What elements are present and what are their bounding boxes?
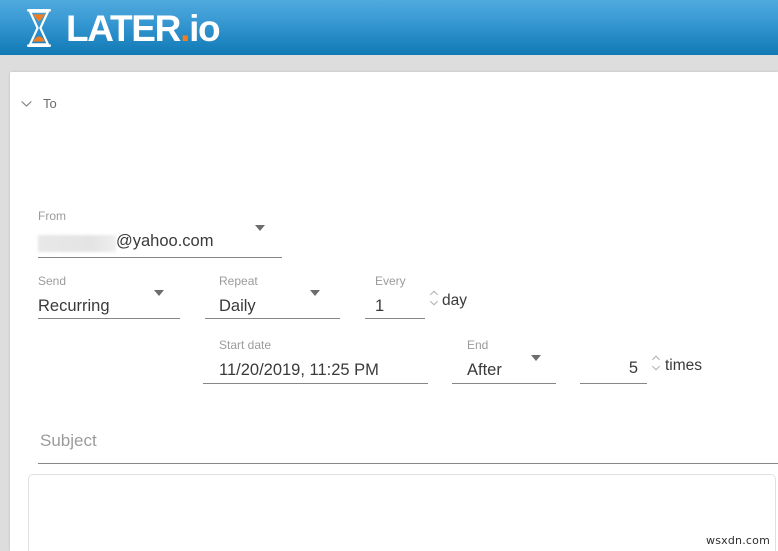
brand-suffix: io: [189, 8, 219, 49]
brand-logo[interactable]: LATER.io: [24, 4, 219, 52]
to-section-toggle[interactable]: To: [20, 94, 57, 112]
chevron-down-icon[interactable]: [20, 97, 33, 110]
repeat-dropdown-caret-icon[interactable]: [310, 290, 320, 296]
end-underline: [452, 383, 556, 384]
end-label: End: [467, 339, 502, 351]
from-label: From: [38, 210, 288, 222]
occurrences-stepper-icon[interactable]: [651, 352, 661, 374]
send-dropdown-caret-icon[interactable]: [154, 290, 164, 296]
brand-wordmark: LATER.io: [66, 10, 219, 47]
app-header: LATER.io: [0, 0, 778, 55]
repeat-field[interactable]: Repeat Daily: [219, 275, 258, 315]
brand-name: LATER: [66, 8, 180, 49]
page-background-band: [0, 55, 778, 72]
end-dropdown-caret-icon[interactable]: [531, 355, 541, 361]
end-value: After: [467, 362, 502, 379]
repeat-value: Daily: [219, 298, 258, 315]
start-date-label: Start date: [219, 339, 379, 351]
occurrences-underline: [580, 383, 647, 384]
send-field[interactable]: Send Recurring: [38, 275, 110, 315]
every-value: 1: [375, 298, 406, 315]
every-label: Every: [375, 275, 406, 287]
send-label: Send: [38, 275, 110, 287]
repeat-label: Repeat: [219, 275, 258, 287]
every-field[interactable]: Every 1: [375, 275, 406, 315]
occurrences-field[interactable]: 5: [580, 360, 647, 377]
subject-placeholder: Subject: [40, 432, 97, 449]
start-date-underline: [203, 383, 428, 384]
from-dropdown-caret-icon[interactable]: [255, 225, 265, 231]
page-background-rail: [0, 55, 10, 551]
from-value-wrap: @yahoo.com: [38, 233, 288, 255]
message-body-editor[interactable]: [28, 474, 776, 551]
subject-field[interactable]: Subject: [40, 432, 97, 449]
from-underline: [38, 257, 282, 258]
redacted-username: [38, 235, 116, 252]
subject-underline: [38, 463, 778, 464]
occurrences-unit-label: times: [665, 358, 702, 374]
from-email-value: @yahoo.com: [116, 233, 213, 250]
end-field[interactable]: End After: [467, 339, 502, 379]
start-date-value: 11/20/2019, 11:25 PM: [219, 362, 379, 379]
hourglass-icon: [24, 8, 54, 48]
to-label: To: [43, 97, 57, 110]
repeat-underline: [205, 318, 340, 319]
start-date-field[interactable]: Start date 11/20/2019, 11:25 PM: [219, 339, 379, 379]
every-stepper-icon[interactable]: [429, 287, 439, 309]
brand-dot: .: [180, 8, 189, 49]
send-value: Recurring: [38, 298, 110, 315]
send-underline: [38, 318, 180, 319]
from-field[interactable]: From @yahoo.com: [38, 210, 288, 255]
watermark: wsxdn.com: [706, 534, 770, 547]
every-unit-label: day: [442, 293, 467, 309]
occurrences-value: 5: [580, 360, 647, 377]
every-underline: [365, 318, 425, 319]
